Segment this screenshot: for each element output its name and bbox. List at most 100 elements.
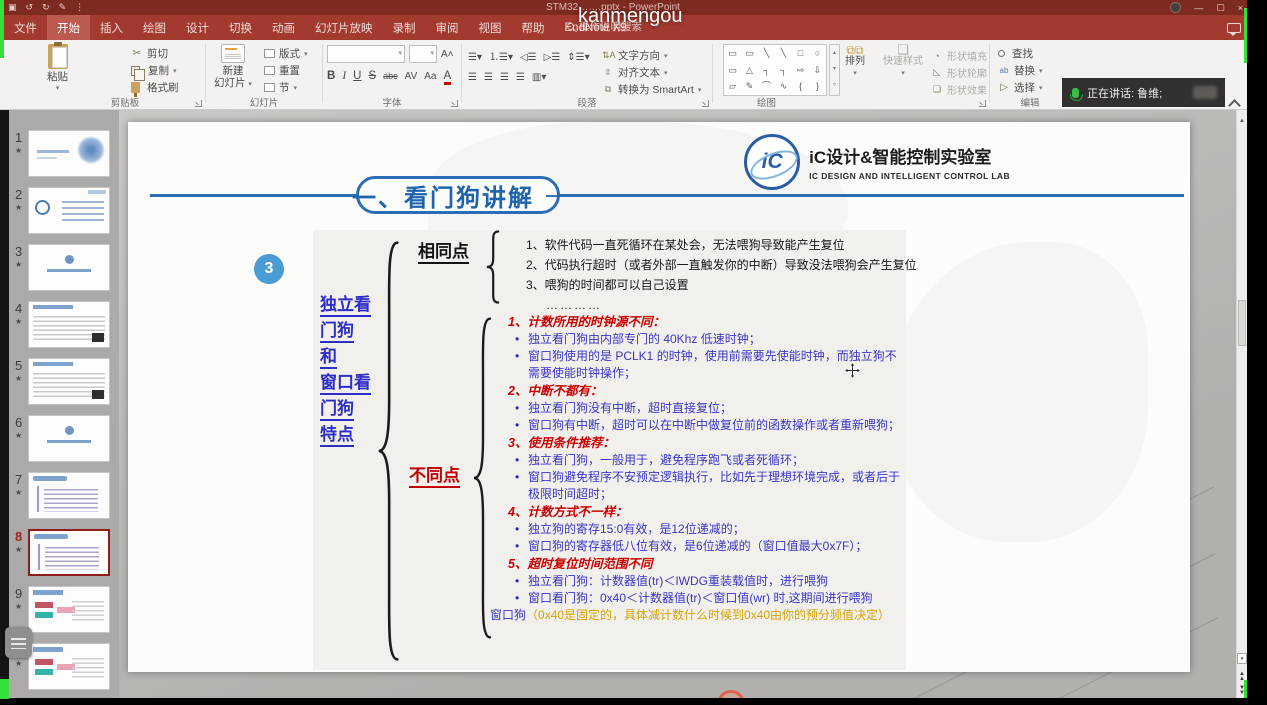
justify-button[interactable]: ☰ — [516, 72, 525, 83]
reset-button[interactable]: 重置 — [264, 63, 300, 78]
scrollbar-thumb[interactable] — [1238, 300, 1246, 346]
slide-thumbnail[interactable] — [28, 244, 110, 291]
ribbon-tab-幻灯片放映[interactable]: 幻灯片放映 — [305, 15, 383, 40]
slide-thumbnail[interactable] — [28, 187, 110, 234]
shape-item[interactable]: ▭ — [741, 45, 758, 62]
shape-outline-button[interactable]: ◺形状轮廓 — [931, 65, 987, 80]
arrange-button[interactable]: ⧉⧉ 排列▾ — [845, 44, 865, 80]
line-spacing-button[interactable]: ⇕☰▾ — [567, 52, 589, 63]
ribbon-tab-动画[interactable]: 动画 — [262, 15, 305, 40]
copy-button[interactable]: 复制▾ — [131, 63, 177, 78]
ribbon-tab-录制[interactable]: 录制 — [383, 15, 426, 40]
shapes-gallery[interactable]: ▭▭╲╲□○▭△┐┐⇨⇩▱✎⌒∿{} — [723, 44, 827, 96]
font-dialog-launcher[interactable] — [451, 100, 458, 107]
paragraph-dialog-launcher[interactable] — [702, 100, 709, 107]
ink-icon[interactable]: ✎ — [59, 1, 67, 14]
slide-thumbnail[interactable] — [28, 586, 110, 633]
quick-styles-button[interactable]: ❏ 快速样式▾ — [883, 44, 923, 80]
floating-widget[interactable] — [5, 627, 32, 658]
new-slide-button[interactable]: 新建 幻灯片 ▾ — [214, 44, 252, 91]
shape-item[interactable]: } — [809, 78, 826, 95]
shape-item[interactable]: ┐ — [758, 62, 775, 79]
drawing-dialog-launcher[interactable] — [979, 100, 986, 107]
undo-icon[interactable]: ↺ — [26, 1, 34, 14]
slide-thumbnail[interactable] — [28, 529, 110, 576]
select-button[interactable]: ▷选择▾ — [998, 80, 1043, 95]
increase-indent-button[interactable]: ▷☰ — [544, 52, 561, 63]
save-icon[interactable]: ▣ — [8, 1, 17, 14]
slide-thumbnail[interactable] — [28, 643, 110, 690]
shape-item[interactable]: { — [792, 78, 809, 95]
shape-item[interactable]: ▭ — [724, 45, 741, 62]
character-spacing-button[interactable]: AV — [405, 71, 418, 82]
bold-button[interactable]: B — [327, 70, 335, 82]
replace-button[interactable]: ab替换▾ — [998, 63, 1043, 78]
ribbon-tab-绘图[interactable]: 绘图 — [133, 15, 176, 40]
ribbon-tab-文件[interactable]: 文件 — [4, 15, 47, 40]
shape-item[interactable]: ▭ — [724, 62, 741, 79]
ribbon-tab-审阅[interactable]: 审阅 — [426, 15, 469, 40]
format-painter-button[interactable]: 格式刷 — [131, 80, 179, 95]
scroll-menu-button[interactable]: ▾ — [1237, 653, 1247, 664]
comments-icon[interactable] — [1227, 23, 1241, 33]
ribbon-tab-切换[interactable]: 切换 — [219, 15, 262, 40]
ribbon-tab-视图[interactable]: 视图 — [469, 15, 512, 40]
slide-thumbnail[interactable] — [28, 358, 110, 405]
font-name-select[interactable] — [327, 45, 405, 63]
shape-item[interactable]: ╲ — [758, 45, 775, 62]
paste-button[interactable]: 粘贴▾ — [47, 44, 68, 95]
slide-thumbnail[interactable] — [28, 130, 110, 177]
clipboard-dialog-launcher[interactable] — [195, 100, 202, 107]
shapes-gallery-scroll[interactable]: ▴▾▿ — [829, 44, 840, 96]
align-text-button[interactable]: ⇳对齐文本▾ — [602, 65, 668, 80]
slide-thumbnail[interactable] — [28, 415, 110, 462]
redo-icon[interactable]: ↻ — [42, 1, 50, 14]
shape-item[interactable]: △ — [741, 62, 758, 79]
decrease-indent-button[interactable]: ◁☰ — [520, 52, 537, 63]
vertical-scrollbar[interactable]: ▲ ▾ ▲▲ ▼▼ — [1236, 110, 1247, 698]
slide-editor[interactable]: 一、看门狗讲解 — iC iC设计&智能控制实验室 IC DESIGN AND … — [128, 122, 1190, 672]
ribbon-tab-插入[interactable]: 插入 — [90, 15, 133, 40]
find-button[interactable]: 查找 — [998, 46, 1033, 61]
ribbon-tab-设计[interactable]: 设计 — [176, 15, 219, 40]
slide-thumbnail[interactable] — [28, 472, 110, 519]
shape-item[interactable]: □ — [792, 45, 809, 62]
close-button[interactable]: × — [1238, 3, 1243, 13]
account-avatar[interactable] — [1170, 2, 1181, 13]
shape-item[interactable]: ✎ — [741, 78, 758, 95]
align-center-button[interactable]: ☰ — [484, 72, 493, 83]
align-left-button[interactable]: ☰ — [468, 72, 477, 83]
shape-item[interactable]: ∿ — [775, 78, 792, 95]
font-size-select[interactable] — [409, 45, 437, 63]
text-direction-button[interactable]: ⇅A文字方向▾ — [602, 48, 668, 63]
change-case-button[interactable]: Aa — [424, 71, 436, 82]
restore-button[interactable]: ▢ — [1216, 2, 1225, 13]
shape-item[interactable]: ○ — [809, 45, 826, 62]
ribbon-tab-帮助[interactable]: 帮助 — [512, 15, 555, 40]
shape-item[interactable]: ┐ — [775, 62, 792, 79]
grow-font-button[interactable]: A˄ — [441, 49, 454, 60]
layout-button[interactable]: 版式▾ — [264, 46, 308, 61]
numbering-button[interactable]: ⒈☰▾ — [489, 48, 513, 63]
slide-thumbnail[interactable] — [28, 301, 110, 348]
underline-button[interactable]: U — [353, 70, 361, 82]
italic-button[interactable]: I — [342, 70, 346, 82]
ribbon-tab-开始[interactable]: 开始 — [47, 15, 90, 40]
shape-item[interactable]: ⌒ — [758, 78, 775, 95]
align-right-button[interactable]: ☰ — [500, 72, 509, 83]
shape-item[interactable]: ▱ — [724, 78, 741, 95]
scroll-up-icon[interactable]: ▲ — [1237, 118, 1247, 124]
strikethrough-button[interactable]: S — [368, 70, 376, 82]
clear-format-button[interactable]: abc — [383, 71, 398, 81]
minimize-button[interactable]: — — [1194, 3, 1203, 13]
bullets-button[interactable]: ☰▾ — [468, 52, 482, 63]
section-button[interactable]: 节▾ — [264, 80, 297, 95]
font-color-button[interactable]: A — [444, 70, 452, 85]
slide-title-banner[interactable]: 一、看门狗讲解 — — [356, 176, 560, 214]
cut-button[interactable]: ✂剪切 — [131, 46, 168, 61]
shape-fill-button[interactable]: ◔形状填充 — [931, 48, 987, 63]
columns-button[interactable]: ▥▾ — [532, 72, 546, 83]
shape-item[interactable]: ⇨ — [792, 62, 809, 79]
customize-qat-icon[interactable]: ⋮ — [75, 1, 84, 14]
shape-item[interactable]: ⇩ — [809, 62, 826, 79]
